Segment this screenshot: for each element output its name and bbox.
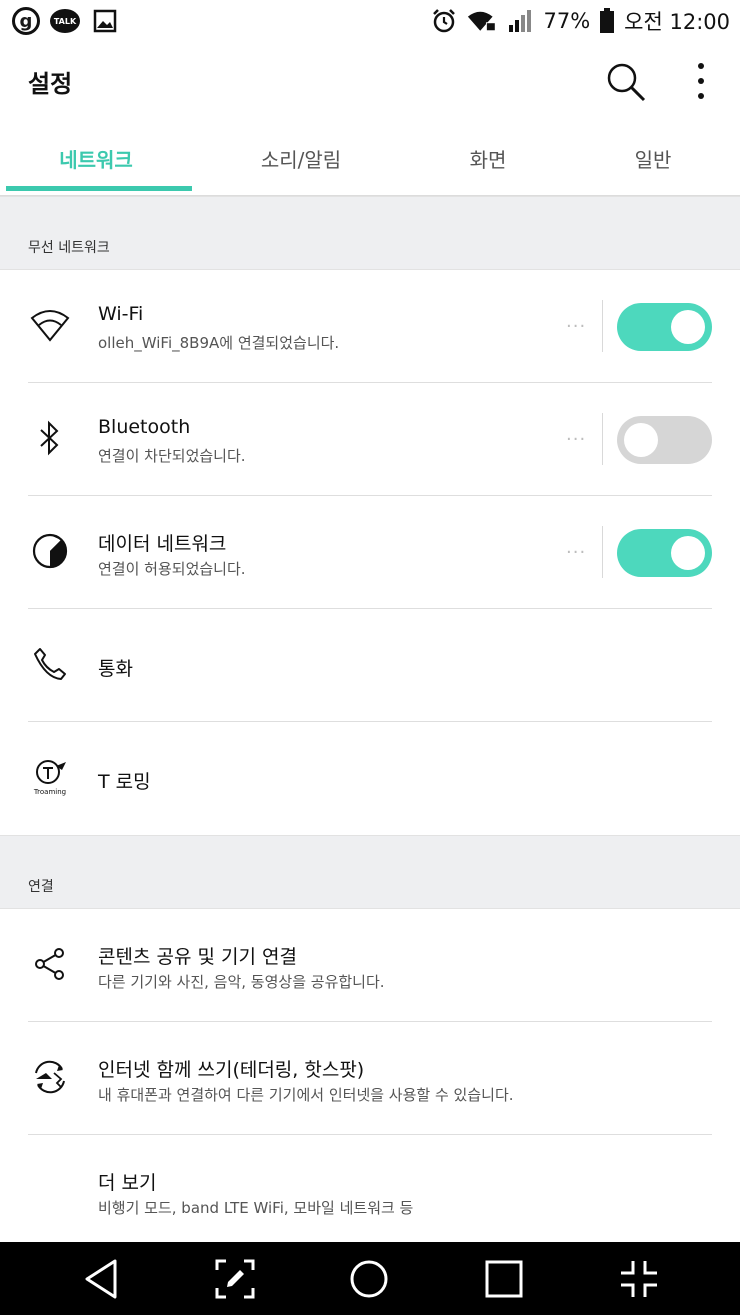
section-header-connection: 연결 [0, 835, 740, 909]
call-title: 통화 [98, 658, 133, 680]
more-vert-icon [698, 63, 704, 99]
section-title-wireless: 무선 네트워크 [28, 240, 110, 256]
bluetooth-icon [28, 416, 72, 460]
section-title-connection: 연결 [28, 879, 54, 895]
bluetooth-subtitle: 연결이 차단되었습니다. [98, 447, 246, 465]
minimize-icon [621, 1261, 657, 1297]
bluetooth-toggle[interactable] [617, 416, 712, 464]
troaming-title: T 로밍 [98, 771, 151, 793]
g-icon-label: g [19, 10, 33, 32]
recents-button[interactable] [481, 1256, 527, 1302]
signal-icon [505, 6, 535, 36]
tethering-icon [28, 1055, 72, 1099]
status-bar-left: g TALK [12, 6, 120, 36]
tab-sound-label: 소리/알림 [260, 147, 342, 172]
share-icon [28, 942, 72, 986]
battery-percent: 77% [543, 9, 591, 33]
bluetooth-title: Bluetooth [98, 416, 191, 438]
data-usage-icon [28, 529, 72, 573]
list-item-data-network[interactable]: 데이터 네트워크 연결이 허용되었습니다. ··· [0, 496, 740, 609]
battery-icon [598, 6, 616, 36]
status-time: 오전 12:00 [624, 10, 730, 34]
list-item-wifi[interactable]: Wi-Fi olleh_WiFi_8B9A에 연결되었습니다. ··· [0, 270, 740, 383]
app-bar: 설정 [0, 42, 740, 120]
content-share-title: 콘텐츠 공유 및 기기 연결 [98, 946, 297, 968]
tab-display[interactable]: 화면 [410, 120, 566, 196]
navigation-bar [0, 1242, 740, 1315]
tethering-title: 인터넷 함께 쓰기(테더링, 핫스팟) [98, 1059, 365, 1081]
back-button[interactable] [78, 1256, 124, 1302]
tab-general[interactable]: 일반 [566, 120, 740, 196]
talk-label: TALK [53, 16, 77, 26]
bluetooth-more-icon[interactable]: ··· [566, 429, 592, 450]
tab-sound[interactable]: 소리/알림 [192, 120, 410, 196]
toggle-knob [671, 310, 705, 344]
wifi-icon [28, 303, 72, 347]
data-network-subtitle: 연결이 허용되었습니다. [98, 560, 246, 578]
tab-bar: 네트워크 소리/알림 화면 일반 [0, 120, 740, 196]
kakaotalk-icon: TALK [50, 9, 80, 33]
data-network-toggle[interactable] [617, 529, 712, 577]
tab-network-label: 네트워크 [59, 147, 133, 172]
home-icon [350, 1260, 388, 1298]
search-icon [607, 63, 646, 102]
section-header-wireless: 무선 네트워크 [0, 196, 740, 270]
wifi-subtitle: olleh_WiFi_8B9A에 연결되었습니다. [98, 334, 340, 352]
wifi-title: Wi-Fi [98, 303, 144, 325]
troaming-icon: Troaming [28, 755, 72, 799]
divider [602, 413, 603, 465]
divider [602, 300, 603, 352]
list-item-tethering[interactable]: 인터넷 함께 쓰기(테더링, 핫스팟) 내 휴대폰과 연결하여 다른 기기에서 … [0, 1022, 740, 1135]
minimize-button[interactable] [616, 1256, 662, 1302]
divider [602, 526, 603, 578]
phone-icon [28, 642, 72, 686]
list-item-more[interactable]: 더 보기 비행기 모드, band LTE WiFi, 모바일 네트워크 등 [0, 1135, 740, 1242]
tab-network[interactable]: 네트워크 [0, 120, 192, 196]
list-item-troaming[interactable]: Troaming T 로밍 [0, 722, 740, 835]
capture-button[interactable] [212, 1256, 258, 1302]
content-share-subtitle: 다른 기기와 사진, 음악, 동영상을 공유합니다. [98, 973, 385, 991]
data-network-title: 데이터 네트워크 [98, 533, 227, 555]
page-title: 설정 [28, 70, 73, 98]
alarm-icon [429, 6, 459, 36]
recents-icon [485, 1260, 523, 1298]
wifi-more-icon[interactable]: ··· [566, 316, 592, 337]
wifi-toggle[interactable] [617, 303, 712, 351]
gallery-icon [90, 6, 120, 36]
search-button[interactable] [604, 60, 648, 104]
toggle-knob [671, 536, 705, 570]
list-item-content-share[interactable]: 콘텐츠 공유 및 기기 연결 다른 기기와 사진, 음악, 동영상을 공유합니다… [0, 909, 740, 1022]
troaming-caption: Troaming [33, 788, 67, 796]
home-button[interactable] [346, 1256, 392, 1302]
back-icon [85, 1259, 117, 1299]
toggle-knob [624, 423, 658, 457]
more-title: 더 보기 [98, 1172, 157, 1194]
g-icon: g [12, 7, 40, 35]
status-bar-right: 77% 오전 12:00 [429, 6, 730, 36]
more-subtitle: 비행기 모드, band LTE WiFi, 모바일 네트워크 등 [98, 1199, 414, 1217]
more-options-button[interactable] [686, 60, 716, 104]
status-bar: g TALK 77% 오전 12:00 [0, 0, 740, 42]
list-item-bluetooth[interactable]: Bluetooth 연결이 차단되었습니다. ··· [0, 383, 740, 496]
list-item-call[interactable]: 통화 [0, 609, 740, 722]
data-network-more-icon[interactable]: ··· [566, 542, 592, 563]
capture-icon [215, 1259, 255, 1299]
tab-display-label: 화면 [469, 147, 507, 172]
wifi-lock-icon [467, 6, 497, 36]
tethering-subtitle: 내 휴대폰과 연결하여 다른 기기에서 인터넷을 사용할 수 있습니다. [98, 1086, 514, 1104]
tab-general-label: 일반 [634, 147, 672, 172]
